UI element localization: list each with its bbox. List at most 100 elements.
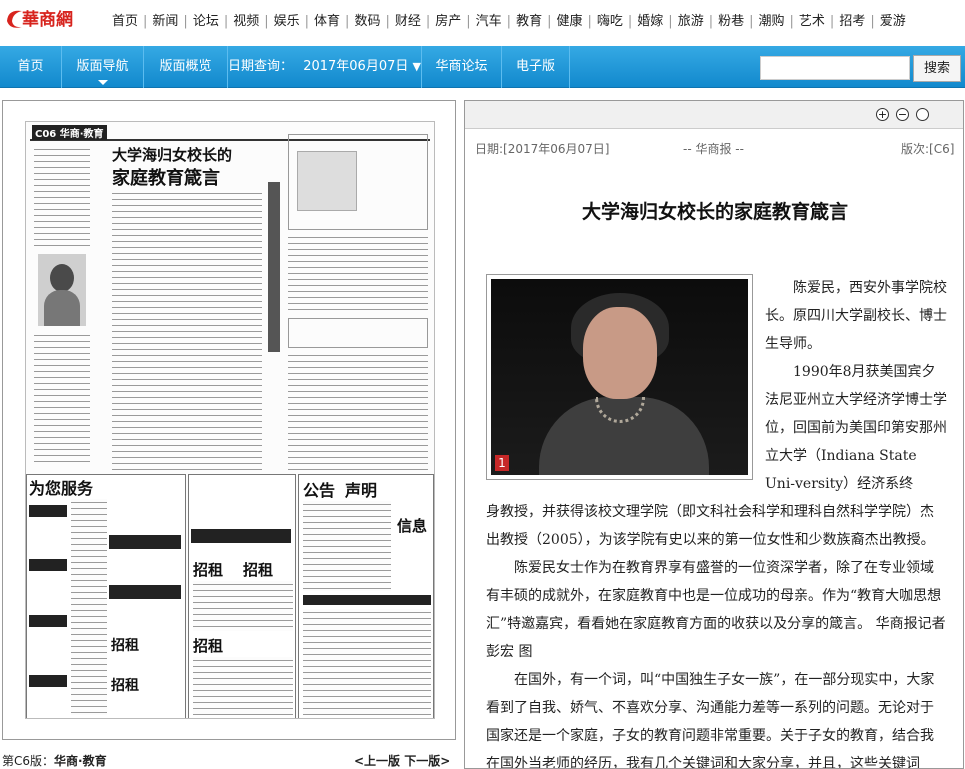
channel-link[interactable]: 婚嫁: [637, 14, 663, 29]
newspaper-headline: 大学海归女校长的: [112, 146, 233, 164]
nav-epaper[interactable]: 电子版: [502, 46, 570, 88]
channel-link[interactable]: 房产: [435, 14, 461, 29]
channel-separator: |: [708, 14, 714, 29]
channel-separator: |: [304, 14, 310, 29]
channel-link[interactable]: 健康: [556, 14, 582, 29]
ad-rent-2: 招租: [111, 678, 139, 694]
newspaper-headline-2: 家庭教育箴言: [112, 168, 220, 189]
nav-layout-navigation[interactable]: 版面导航: [62, 46, 144, 88]
channel-separator: |: [385, 14, 390, 29]
logo-text: 華商網: [22, 9, 73, 30]
ad-info: 信息: [397, 517, 428, 535]
text-column: [288, 352, 428, 470]
article-paragraph: 陈爱民，西安外事学院校长。原四川大学副校长、博士生导师。: [765, 280, 947, 352]
channel-separator: |: [587, 14, 592, 29]
channel-separator: |: [345, 14, 350, 29]
ad-service-title: 为您服务: [29, 479, 94, 498]
review-box-2: [288, 318, 428, 348]
channel-link[interactable]: 嗨吃: [597, 14, 623, 29]
date-label: 日期查询：: [228, 59, 294, 74]
article-text-side: 陈爱民，西安外事学院校长。原四川大学副校长、博士生导师。 1990年8月获美国宾…: [765, 274, 949, 498]
edition-prefix: 第C6版：: [2, 754, 55, 768]
ad-service: 为您服务 招租 招租: [26, 474, 186, 718]
channel-separator: |: [425, 14, 431, 29]
ad-rent-3: 招租: [193, 561, 224, 579]
channel-link[interactable]: 论坛: [193, 14, 219, 29]
date-select[interactable]: 2017年06月07日: [303, 59, 408, 74]
channel-separator: |: [264, 14, 269, 29]
vertical-banner: [268, 182, 280, 352]
portrait-thumbnail: [38, 254, 86, 326]
photo-number-badge: 1: [495, 455, 509, 471]
article-paragraph: 陈爱民女士作为在教育界享有盛誉的一位资深学者，除了在专业领域有丰硕的成就外，在家…: [486, 560, 946, 660]
channel-separator: |: [749, 14, 754, 29]
ad-rent: 招租 招租 招租: [188, 474, 296, 718]
channel-link[interactable]: 娱乐: [274, 14, 300, 29]
article-edition: 版次:[C6]: [901, 142, 955, 156]
channel-separator: |: [870, 14, 875, 29]
channel-link[interactable]: 体育: [314, 14, 340, 29]
ad-notice-title: 公告: [303, 481, 336, 500]
channel-link[interactable]: 粉巷: [718, 14, 744, 29]
article-date: 日期:[2017年06月07日]: [475, 142, 610, 156]
channel-bar: 華商網 首页 | 新闻 | 论坛 | 视频 | 娱乐 | 体育 | 数码 | 财经 | 房产 | 汽车 | 教育 | 健康 |…: [0, 0, 965, 36]
channel-link[interactable]: 数码: [354, 14, 380, 29]
article-paragraph: 1990年8月获美国宾夕法尼亚州立大学经济学博士学位，回国前为美国印第安那州立大…: [765, 364, 947, 492]
search-button[interactable]: 搜索: [913, 55, 961, 82]
channel-link[interactable]: 教育: [516, 14, 542, 29]
text-column: [112, 190, 262, 470]
book-review-box: [288, 134, 428, 230]
ad-statement-1: 声明: [345, 481, 378, 500]
newspaper-page-panel: C06 华商·教育 大学海归女校长的 家庭教育箴言 为您服务 招租 招租 招租 …: [2, 100, 456, 740]
channel-separator: |: [627, 14, 633, 29]
channel-link[interactable]: 招考: [839, 14, 865, 29]
ad-rent-4: 招租: [243, 561, 274, 579]
article-photo[interactable]: 1: [486, 274, 753, 480]
channel-list: 首页 | 新闻 | 论坛 | 视频 | 娱乐 | 体育 | 数码 | 财经 | 房产 | 汽车 | 教育 | 健康 | 嗨吃 | 婚…: [112, 10, 906, 29]
article-paragraph: 在国外，有一个词，叫“中国独生子女一族”，在一部分现实中，大家看到了自我、娇气、…: [486, 672, 935, 769]
article-paragraph: 身教授，并获得该校文理学院（即文科社会科学和理科自然科学学院）杰出教授（2005…: [486, 504, 935, 548]
zoom-out-icon[interactable]: −: [896, 108, 909, 121]
zoom-reset-icon[interactable]: [916, 108, 929, 121]
channel-link[interactable]: 视频: [233, 14, 259, 29]
chevron-down-icon[interactable]: ▼: [413, 60, 421, 73]
channel-separator: |: [506, 14, 512, 29]
edition-name: 华商·教育: [54, 754, 107, 768]
article-text-main: 身教授，并获得该校文理学院（即文科社会科学和理科自然科学学院）杰出教授（2005…: [486, 498, 946, 769]
channel-separator: |: [183, 14, 188, 29]
ad-rent-5: 招租: [193, 637, 224, 655]
text-column: [288, 234, 428, 314]
channel-separator: |: [223, 14, 229, 29]
article-panel: + − 日期:[2017年06月07日] -- 华商报 -- 版次:[C6] 大…: [464, 100, 964, 769]
channel-link[interactable]: 潮购: [759, 14, 785, 29]
channel-separator: |: [466, 14, 471, 29]
channel-separator: |: [789, 14, 794, 29]
nav-layout-overview[interactable]: 版面概览: [144, 46, 228, 88]
channel-link[interactable]: 财经: [395, 14, 421, 29]
channel-link[interactable]: 汽车: [476, 14, 502, 29]
edition-footer: 第C6版：华商·教育 <上一版 下一版>: [2, 752, 456, 768]
page-code: C06 华商·教育: [32, 125, 107, 140]
text-column: [34, 332, 90, 462]
edition-pager[interactable]: <上一版 下一版>: [354, 752, 450, 769]
channel-separator: |: [829, 14, 835, 29]
newspaper-page-image[interactable]: C06 华商·教育 大学海归女校长的 家庭教育箴言 为您服务 招租 招租 招租 …: [25, 121, 435, 719]
nav-forum[interactable]: 华商论坛: [422, 46, 502, 88]
huashang-logo[interactable]: 華商網: [4, 5, 74, 31]
channel-separator: |: [143, 14, 148, 29]
channel-link[interactable]: 爱游: [880, 14, 906, 29]
channel-separator: |: [547, 14, 552, 29]
nav-home[interactable]: 首页: [0, 46, 62, 88]
channel-separator: |: [668, 14, 673, 29]
channel-link[interactable]: 新闻: [152, 14, 178, 29]
zoom-in-icon[interactable]: +: [876, 108, 889, 121]
channel-link[interactable]: 艺术: [799, 14, 825, 29]
search-input[interactable]: [760, 56, 910, 80]
channel-link[interactable]: 旅游: [678, 14, 704, 29]
article-source: -- 华商报 --: [683, 142, 744, 156]
channel-link[interactable]: 首页: [112, 14, 138, 29]
text-column: [34, 146, 90, 250]
article-title: 大学海归女校长的家庭教育箴言: [581, 201, 848, 223]
ad-notice: 公告 声明 信息: [298, 474, 434, 718]
nav-date-query[interactable]: 日期查询： 2017年06月07日 ▼: [228, 46, 422, 88]
